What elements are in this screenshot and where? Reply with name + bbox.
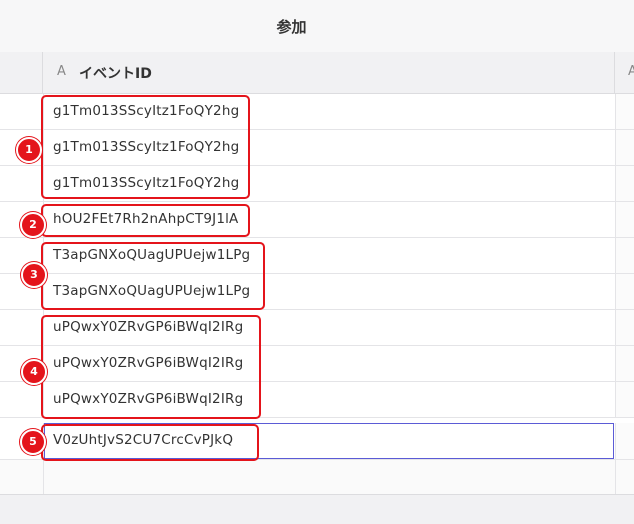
text-type-icon: A — [628, 64, 634, 79]
column-header-next[interactable]: A — [615, 52, 634, 94]
annotation-marker-5: 5 — [20, 429, 46, 455]
page-title: 参加 — [276, 18, 307, 36]
row-number-header — [0, 52, 43, 94]
annotation-box-5 — [41, 424, 259, 461]
annotation-marker-4: 4 — [21, 359, 47, 385]
annotation-box-1 — [41, 95, 250, 199]
annotation-marker-1: 1 — [16, 137, 42, 163]
title-bar: 参加 — [0, 0, 634, 52]
annotation-box-2 — [41, 204, 250, 237]
annotation-marker-2: 2 — [20, 212, 46, 238]
grid-footer — [0, 494, 634, 524]
column-header-event-id[interactable]: A イベントID — [43, 52, 615, 94]
empty-row — [0, 460, 634, 494]
annotation-marker-3: 3 — [21, 262, 47, 288]
column-header-label: イベントID — [79, 66, 152, 82]
text-type-icon: A — [57, 64, 66, 79]
annotation-box-3 — [41, 242, 265, 310]
annotation-box-4 — [41, 315, 261, 419]
